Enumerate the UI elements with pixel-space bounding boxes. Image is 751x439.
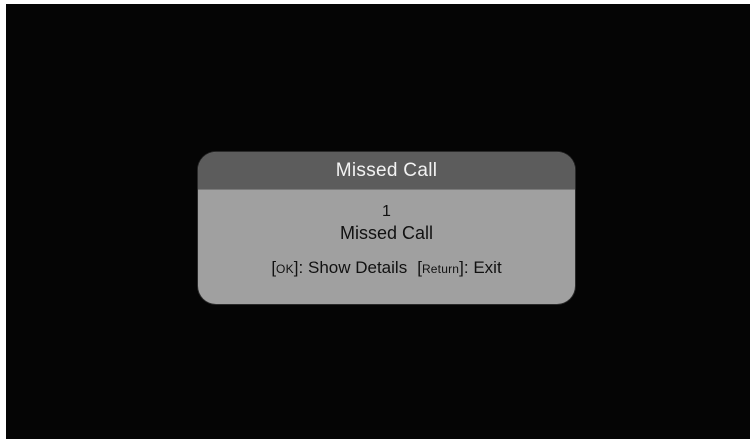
return-key-label: Return — [421, 262, 460, 276]
dialog-title: Missed Call — [335, 159, 438, 181]
ok-hint-action: : Show Details — [298, 258, 408, 277]
return-hint-action: : Exit — [463, 258, 502, 277]
dialog-body: 1 Missed Call [OK]: Show Details [Return… — [198, 190, 575, 278]
missed-call-dialog: Missed Call 1 Missed Call [OK]: Show Det… — [198, 152, 575, 304]
ok-key-label: OK — [276, 262, 294, 276]
ok-hint[interactable]: [OK]: Show Details — [271, 258, 407, 278]
key-hints: [OK]: Show Details [Return]: Exit — [198, 258, 575, 278]
missed-call-message: Missed Call — [339, 223, 434, 243]
dialog-header: Missed Call — [198, 152, 575, 190]
return-hint[interactable]: [Return]: Exit — [417, 258, 501, 278]
missed-call-count: 1 — [382, 203, 391, 220]
tv-screen: Missed Call 1 Missed Call [OK]: Show Det… — [6, 4, 750, 439]
